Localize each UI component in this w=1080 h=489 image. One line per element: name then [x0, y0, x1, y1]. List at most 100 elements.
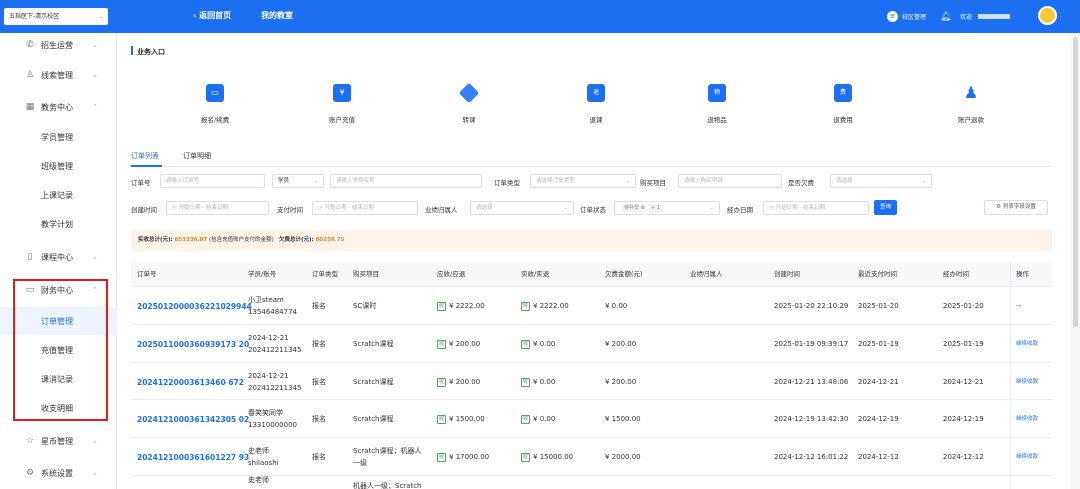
building-icon: ▦ — [25, 102, 35, 112]
sidebar-item-enrollment-ops[interactable]: ✆ 招生运营 ⌄ — [0, 31, 117, 59]
col-actions: 操作 — [1016, 270, 1029, 278]
close-icon[interactable]: ⊗ — [641, 205, 645, 211]
fee-icon: 费 — [834, 84, 852, 102]
student-account: 202412211345 — [248, 346, 302, 354]
order-number-link[interactable]: 2024121000361601227 93 — [137, 452, 249, 463]
quick-account-recharge[interactable]: ¥ 账户充值 — [297, 84, 387, 124]
handled-time: 2025-01-19 — [943, 340, 984, 348]
amount-paid-value: ¥ 0.00 — [533, 415, 556, 423]
amount-due-value: ¥ 17000.00 — [449, 453, 490, 461]
sidebar-item-system-settings[interactable]: ⚙ 系统设置 ⌄ — [0, 459, 117, 487]
owner-select[interactable]: 请选择 ⌄ — [470, 201, 574, 215]
quick-action-label: 退费用 — [833, 116, 853, 124]
section-title-marker — [131, 46, 133, 55]
sidebar-item-academic[interactable]: ▦ 教务中心 ⌃ — [0, 93, 117, 121]
table-row: 史老师 机器人一级；Scratch — [131, 476, 1052, 489]
sidebar-item-class-records[interactable]: 上课记录 — [0, 181, 117, 209]
order-number-link[interactable]: 2025011000360939173 20 — [137, 339, 249, 350]
campus-manage-icon[interactable]: ≡ — [887, 11, 898, 22]
debt-total-label: 欠费总计(元): — [279, 237, 314, 243]
last-pay-time: 2024-12-21 — [858, 377, 899, 386]
amount-paid: 收 ¥ 0.00 — [521, 377, 555, 388]
purchase-item: Scratch课程 — [353, 415, 394, 423]
purchase-item-label: 购买项目 — [640, 179, 666, 187]
order-status-select[interactable]: 待补交 ⊗ + 1 ⌄ — [614, 201, 720, 215]
received-total-label: 实收总计(元): — [138, 237, 173, 243]
goods-icon: 物 — [708, 84, 726, 102]
created-time: 2024-12-21 13:48:06 — [774, 377, 849, 386]
user-refund-icon: ♟ — [963, 83, 979, 102]
quick-account-refund[interactable]: ♟ 账户退款 — [926, 83, 1016, 125]
quick-return-fee[interactable]: 费退费用 — [798, 84, 888, 124]
student-name: 史老师 — [248, 447, 269, 455]
purchase-item: 机器人一级；Scratch — [353, 482, 422, 489]
sidebar-item-course-center[interactable]: ▯ 课程中心 ⌄ — [0, 243, 117, 271]
quick-transfer-course[interactable]: 转课 — [424, 82, 514, 124]
amount-due: 收 ¥ 200.00 — [437, 339, 480, 350]
continue-collect-link[interactable]: 继续收款 — [1016, 452, 1038, 463]
campus-select-value: 五指医下-清示校区 — [9, 13, 60, 20]
last-pay-time: 2025-01-20 — [858, 302, 899, 310]
back-home-label: 返回首页 — [199, 11, 232, 20]
campus-manage-link[interactable]: 校区管理 — [902, 12, 926, 21]
column-settings-label: 列表字段设置 — [1002, 204, 1036, 210]
tab-active-indicator — [131, 165, 162, 167]
my-classroom-link[interactable]: 我的教室 — [261, 10, 293, 21]
created-time: 2025-01-19 09:39:17 — [774, 340, 849, 348]
student-name: 小卫steam — [248, 296, 284, 304]
sidebar-item-teaching-plan[interactable]: 教学计划 — [0, 210, 117, 238]
highlight-box — [13, 279, 108, 421]
create-time-range[interactable]: ◷ 开始日期 - 结束日期 — [166, 201, 269, 215]
debt-select[interactable]: 请选择 ⌄ — [830, 174, 932, 188]
student-field-select[interactable]: 学员 ⌄ — [272, 174, 324, 188]
order-number-link[interactable]: 2025012000036221029944 — [137, 301, 252, 312]
sidebar-item-star-coins[interactable]: ☆ 星币管理 ⌄ — [0, 427, 117, 455]
quick-return-goods[interactable]: 物退物品 — [672, 84, 762, 124]
continue-collect-link[interactable]: 继续收款 — [1016, 377, 1038, 388]
quick-action-label: 退物品 — [707, 116, 727, 124]
amount-due-value: ¥ 1500.00 — [449, 415, 485, 423]
handle-date-range[interactable]: ◷ 开始日期 - 结束日期 — [763, 201, 869, 215]
tab-order-list[interactable]: 订单列表 — [131, 151, 159, 161]
chevron-up-icon: ⌃ — [92, 103, 98, 111]
order-type-placeholder: 请选择订单类型 — [536, 178, 575, 184]
scrollbar[interactable] — [1071, 33, 1080, 489]
order-number-link[interactable]: 2024121000361342305 02 — [137, 414, 249, 425]
quick-enroll-renew[interactable]: ▭ 报名/续费 — [170, 84, 260, 124]
sidebar-item-student-manage[interactable]: 学员管理 — [0, 123, 117, 151]
avatar[interactable] — [1038, 6, 1057, 25]
order-no-input[interactable]: 请输入订单号 — [160, 174, 265, 188]
column-settings-button[interactable]: ⚙ 列表字段设置 — [984, 200, 1048, 215]
order-number-link[interactable]: 20241220003613460 672 — [137, 377, 244, 388]
order-type-select[interactable]: 请选择订单类型 ⌄ — [530, 174, 636, 188]
purchase-item: Scratch课程；机器人 — [353, 447, 422, 455]
quick-action-label: 报名/续费 — [200, 116, 230, 124]
continue-collect-link[interactable]: 继续收款 — [1016, 414, 1038, 425]
quick-drop-course[interactable]: 退退课 — [551, 84, 641, 124]
campus-select[interactable]: 五指医下-清示校区 ⌄ — [4, 8, 108, 25]
scrollbar-thumb[interactable] — [1073, 37, 1078, 327]
status-tag[interactable]: 待补交 ⊗ — [622, 204, 647, 213]
tabs-divider — [131, 166, 1052, 167]
col-handled: 经办时间 — [943, 270, 969, 278]
student-name-input[interactable]: 请输入学员名称 — [330, 174, 482, 188]
continue-collect-link[interactable]: 继续收款 — [1016, 339, 1038, 350]
pay-status-tag: 收 — [437, 340, 447, 349]
table-row: 2025012000036221029944 小卫steam 13546484774… — [131, 287, 1052, 325]
amount-paid: 收 ¥ 0.00 — [521, 339, 555, 350]
debt-amount: ¥ 1500.00 — [605, 415, 641, 423]
handled-time: 2024-12-12 — [943, 453, 984, 461]
pay-time-range[interactable]: ◷ 开始日期 - 结束日期 — [312, 201, 418, 215]
tab-order-details[interactable]: 订单明细 — [183, 151, 211, 161]
debt-amount: ¥ 200.00 — [605, 340, 637, 348]
back-home-link[interactable]: ‹ 返回首页 — [193, 10, 231, 21]
sidebar-item-leads[interactable]: ♙ 线索管理 ⌄ — [0, 61, 117, 89]
gear-icon: ⚙ — [25, 468, 35, 478]
purchase-item-input[interactable]: 请输入购买项目 — [678, 174, 782, 188]
query-button[interactable]: 查询 — [874, 200, 897, 215]
sidebar-item-class-manage[interactable]: 班级管理 — [0, 152, 117, 180]
welcome-text: 欢迎 — [960, 14, 973, 21]
username-masked — [978, 14, 1011, 19]
bell-icon[interactable]: 🔔︎ — [940, 0, 951, 33]
pay-status-tag: 收 — [437, 377, 447, 387]
